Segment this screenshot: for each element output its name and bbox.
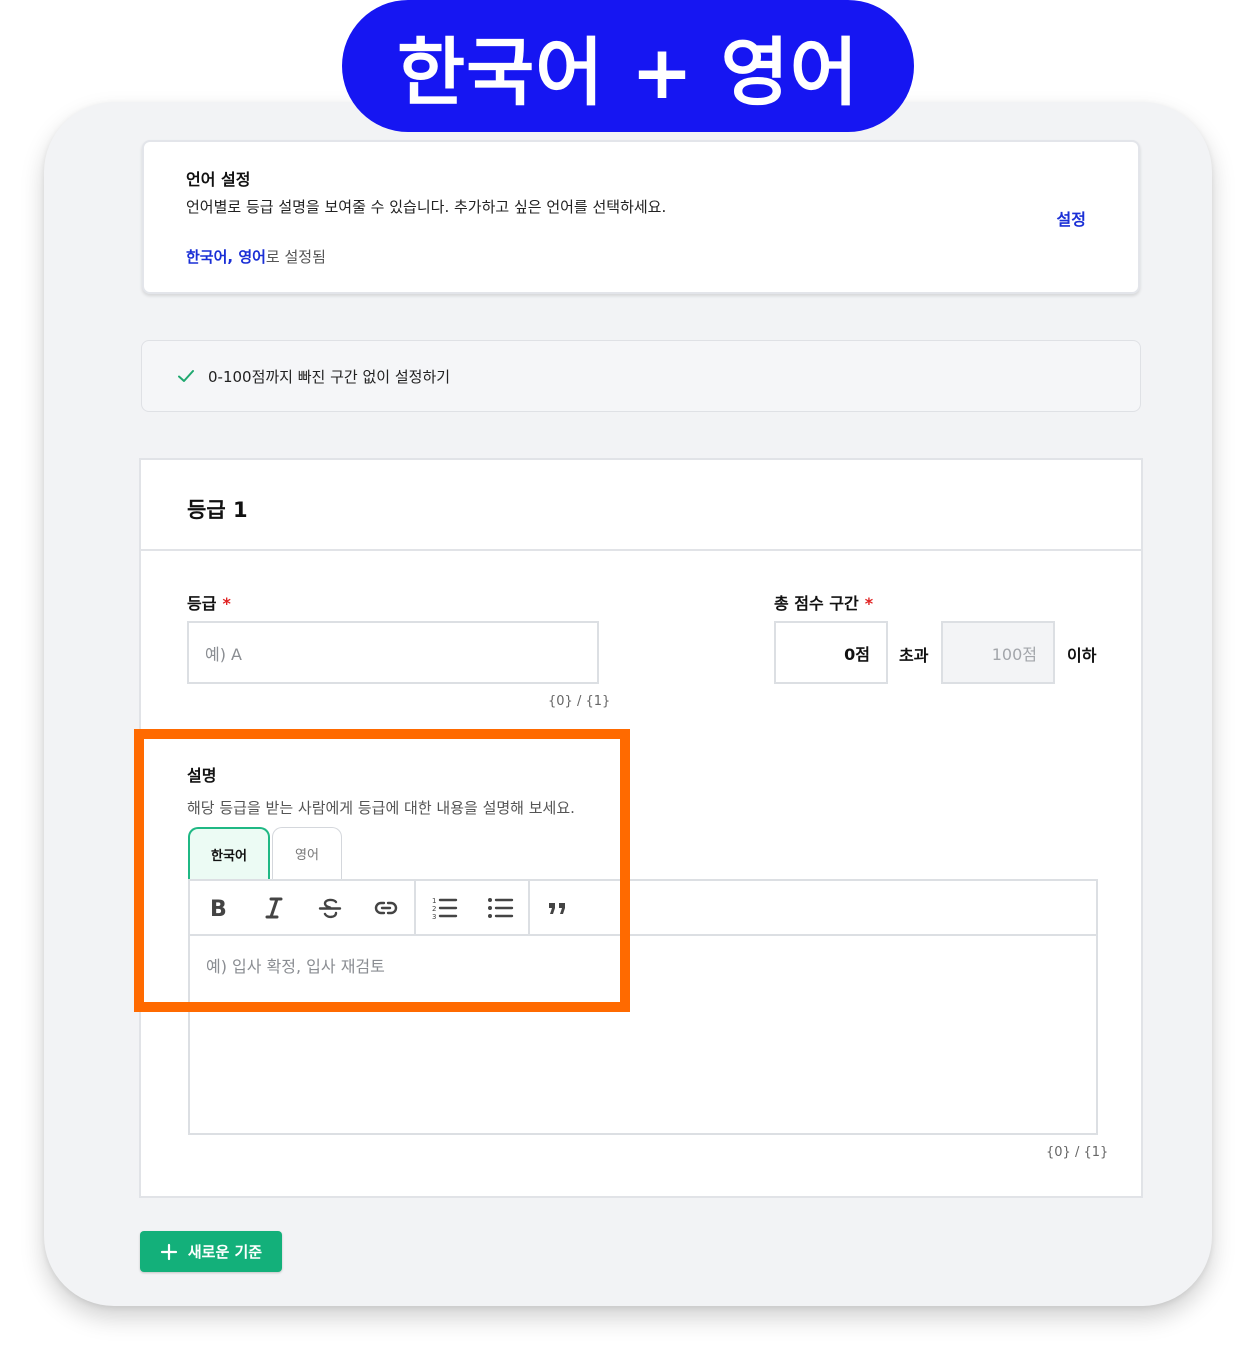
add-criterion-label: 새로운 기준 [187, 1243, 263, 1261]
ordered-list-icon[interactable]: 123 [416, 881, 472, 934]
language-settings-box: 언어 설정 언어별로 등급 설명을 보여줄 수 있습니다. 추가하고 싶은 언어… [142, 140, 1140, 294]
grade-input[interactable]: 예) A [187, 621, 599, 684]
bold-icon[interactable]: B [190, 881, 246, 934]
score-from-input[interactable]: 0점 [774, 621, 888, 684]
tab-english[interactable]: 영어 [272, 827, 342, 879]
language-selection-status: 한국어, 영어로 설정됨 [186, 246, 326, 267]
add-criterion-button[interactable]: 새로운 기준 [140, 1231, 282, 1272]
svg-text:1: 1 [432, 897, 436, 905]
language-settings-link[interactable]: 설정 [1057, 206, 1086, 230]
format-group: B [190, 881, 416, 934]
score-to-word: 이하 [1067, 646, 1097, 665]
grade-char-counter: {0} / {1} [548, 694, 611, 709]
score-range-label: 총 점수 구간 * [774, 590, 873, 614]
required-mark: * [864, 594, 874, 613]
bullet-list-icon[interactable] [472, 881, 528, 934]
svg-text:2: 2 [432, 905, 436, 913]
grade-field-label: 등급 * [187, 590, 231, 614]
svg-text:3: 3 [432, 913, 436, 921]
score-from-word: 초과 [899, 646, 929, 665]
selected-languages: 한국어, 영어 [186, 248, 266, 266]
strikethrough-icon[interactable] [302, 881, 358, 934]
grade-panel-header: 등급 1 [141, 460, 1141, 551]
tab-korean[interactable]: 한국어 [188, 827, 270, 879]
score-to-input: 100점 [941, 621, 1055, 684]
check-icon [178, 370, 194, 382]
svg-text:B: B [210, 897, 227, 922]
no-gap-option[interactable]: 0-100점까지 빠진 구간 없이 설정하기 [141, 340, 1141, 412]
score-range-label-text: 총 점수 구간 [774, 594, 859, 613]
link-icon[interactable] [358, 881, 414, 934]
grade-panel: 등급 1 등급 * 예) A {0} / {1} 총 점수 구간 * 0점 초과 1… [139, 458, 1143, 1198]
editor-placeholder: 예) 입사 확정, 입사 재검토 [206, 957, 385, 976]
banner-title: 한국어 + 영어 [342, 0, 914, 132]
description-label: 설명 [187, 766, 217, 785]
no-gap-option-label: 0-100점까지 빠진 구간 없이 설정하기 [208, 367, 451, 386]
quote-group [530, 881, 586, 934]
required-mark: * [222, 594, 231, 613]
italic-icon[interactable] [246, 881, 302, 934]
description-char-counter: {0} / {1} [1046, 1145, 1109, 1160]
plus-icon [160, 1243, 177, 1260]
grade-panel-title: 등급 1 [187, 498, 248, 522]
selected-suffix: 로 설정됨 [265, 248, 326, 266]
description-help-text: 해당 등급을 받는 사람에게 등급에 대한 내용을 설명해 보세요. [187, 799, 575, 817]
quote-icon[interactable] [530, 881, 586, 934]
grade-label-text: 등급 [187, 594, 217, 613]
language-settings-description: 언어별로 등급 설명을 보여줄 수 있습니다. 추가하고 싶은 언어를 선택하세… [186, 198, 667, 216]
description-editor[interactable]: B 123 예) 입사 확정, 입사 재검토 [188, 879, 1098, 1135]
language-settings-title: 언어 설정 [186, 170, 251, 189]
editor-toolbar: B 123 [190, 881, 1096, 936]
list-group: 123 [416, 881, 530, 934]
